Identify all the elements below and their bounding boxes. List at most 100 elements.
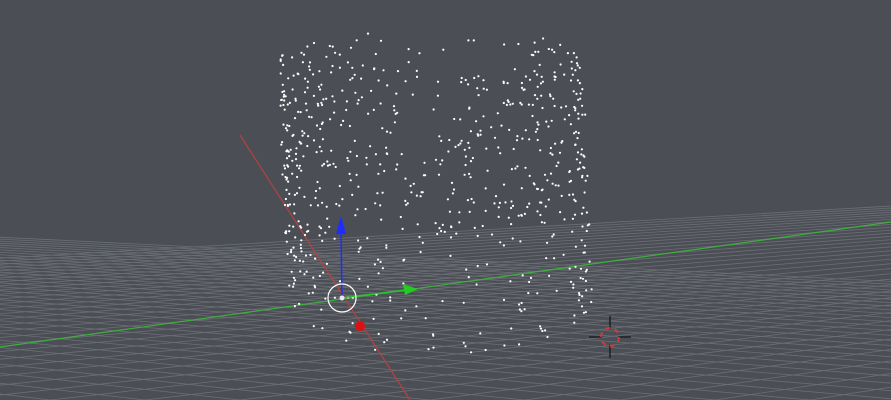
point (288, 155, 291, 158)
point (464, 155, 467, 158)
point (316, 180, 319, 184)
point (502, 101, 505, 105)
point (579, 267, 583, 270)
point (281, 90, 284, 94)
point (448, 138, 451, 142)
point (523, 212, 527, 215)
point (470, 351, 473, 354)
point (477, 94, 480, 97)
point (377, 172, 380, 175)
point (302, 155, 305, 158)
point (453, 117, 456, 121)
point (518, 303, 521, 306)
point (372, 317, 375, 320)
point (546, 335, 549, 339)
point (476, 234, 479, 237)
point (520, 187, 523, 190)
point (293, 203, 296, 206)
point (508, 128, 511, 131)
point (321, 103, 324, 107)
point (536, 210, 539, 213)
point (365, 163, 368, 166)
point (306, 45, 309, 48)
point (316, 204, 320, 207)
point (301, 61, 304, 64)
point (575, 158, 579, 161)
point (472, 201, 475, 204)
point (586, 174, 589, 177)
point (575, 62, 579, 65)
point (348, 172, 351, 175)
point (288, 203, 292, 206)
point (579, 161, 582, 164)
point (370, 89, 373, 92)
point (530, 53, 533, 56)
point (450, 225, 453, 228)
point (584, 179, 587, 182)
point (400, 317, 403, 320)
point (473, 226, 476, 229)
point (326, 160, 329, 163)
point (446, 198, 449, 201)
point (312, 139, 316, 142)
point (540, 75, 543, 78)
point (439, 163, 442, 166)
point (574, 265, 577, 268)
point (309, 204, 312, 207)
point (403, 258, 406, 261)
gizmo-x-handle[interactable] (355, 321, 365, 331)
point (582, 206, 585, 209)
point (396, 163, 399, 166)
point (322, 271, 325, 274)
point (379, 260, 382, 263)
point (381, 191, 384, 194)
point (303, 195, 306, 198)
point (385, 130, 389, 133)
point (479, 332, 482, 335)
point (379, 204, 382, 207)
point (512, 147, 515, 151)
viewport-canvas[interactable] (0, 0, 891, 400)
point (283, 99, 286, 102)
point (535, 187, 539, 190)
point (578, 293, 581, 297)
point (436, 80, 440, 83)
point (468, 210, 471, 213)
point (304, 77, 307, 80)
point (292, 74, 295, 77)
point (576, 137, 579, 140)
point (284, 232, 288, 235)
point (303, 233, 307, 237)
point (312, 325, 315, 328)
point (463, 173, 466, 176)
point (579, 276, 582, 280)
point (460, 139, 463, 142)
point (500, 124, 503, 127)
point (332, 162, 335, 165)
point (585, 289, 588, 292)
point (459, 142, 462, 145)
point (288, 230, 291, 233)
point (469, 130, 472, 133)
point (571, 217, 575, 220)
point (288, 224, 291, 227)
point (499, 152, 502, 155)
point (357, 99, 360, 102)
point (580, 305, 584, 308)
point (404, 177, 407, 180)
point (544, 329, 547, 332)
point (553, 257, 556, 260)
point (346, 157, 349, 160)
point (392, 105, 396, 108)
point (286, 129, 289, 132)
point (331, 45, 334, 48)
point (509, 103, 512, 106)
3d-viewport[interactable] (0, 0, 891, 400)
point (294, 97, 297, 100)
point (502, 298, 506, 301)
point (305, 230, 309, 233)
gizmo-center-point[interactable] (339, 295, 345, 301)
point (553, 104, 556, 108)
point (536, 85, 539, 88)
point (296, 164, 299, 167)
